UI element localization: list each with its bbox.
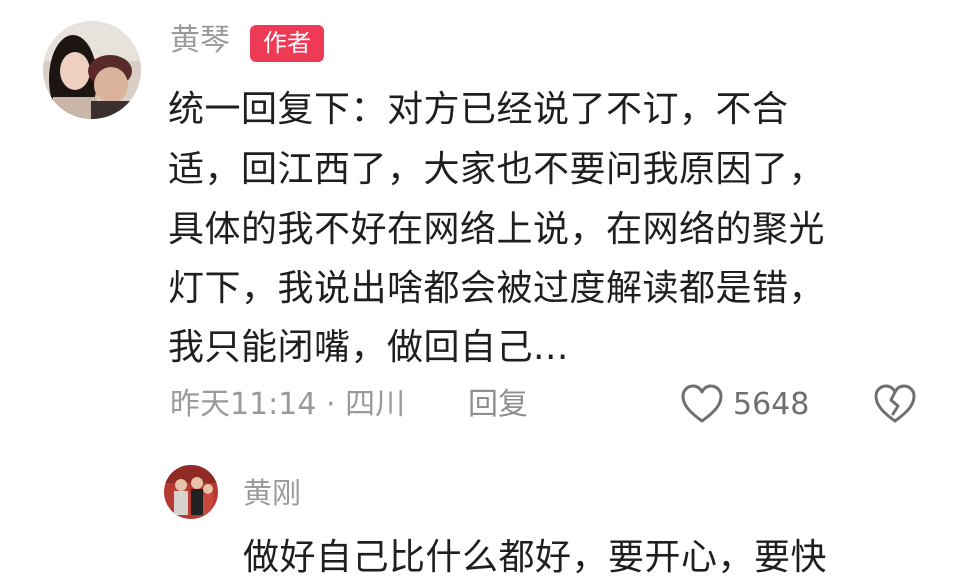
comment-text-line: 我只能闭嘴，做回自己... <box>168 327 569 368</box>
comment-timestamp-location: 昨天11:14 · 四川 <box>170 387 406 422</box>
author-avatar[interactable] <box>43 21 141 119</box>
comment-text-line: 适，回江西了，大家也不要问我原因了， <box>168 149 826 190</box>
heart-outline-icon[interactable] <box>680 384 724 424</box>
like-count: 5648 <box>733 387 810 422</box>
comment-text-line: 具体的我不好在网络上说，在网络的聚光 <box>168 209 826 250</box>
reply-button[interactable]: 回复 <box>468 390 528 420</box>
comment-text-line: 灯下，我说出啥都会被过度解读都是错， <box>168 268 826 309</box>
broken-heart-icon[interactable] <box>873 384 917 424</box>
author-badge: 作者 <box>250 25 324 62</box>
author-name[interactable]: 黄琴 <box>170 26 230 56</box>
comment-text-line: 统一回复下：对方已经说了不订，不合 <box>168 89 789 130</box>
reply-author-name[interactable]: 黄刚 <box>243 479 301 508</box>
reply-text: 做好自己比什么都好，要开心，要快 <box>243 537 828 578</box>
reply-author-avatar[interactable] <box>164 465 218 519</box>
